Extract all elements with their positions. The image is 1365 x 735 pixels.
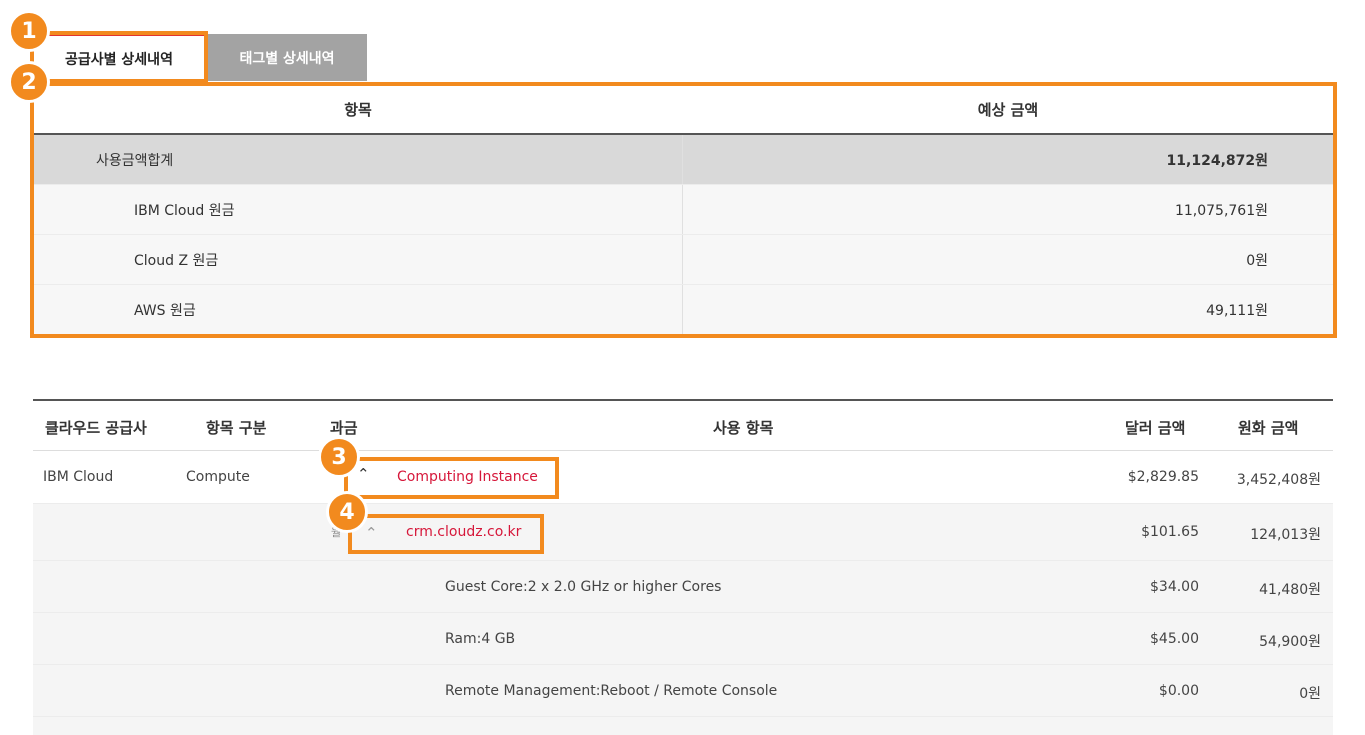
category-cell: Compute <box>186 469 250 485</box>
usd-cell: $101.65 <box>1141 524 1199 540</box>
annotation-badge: 3 <box>318 436 360 478</box>
highlight-box-tab <box>30 31 208 83</box>
usd-cell: $45.00 <box>1150 631 1199 647</box>
krw-cell: 0원 <box>1299 686 1321 702</box>
header-usage: 사용 항목 <box>713 419 774 437</box>
table-row: 월 ⌃ crm.cloudz.co.kr $101.65 124,013원 <box>33 504 1333 561</box>
header-category: 항목 구분 <box>206 419 267 437</box>
usage-item-cell: Ram:4 GB <box>445 631 516 647</box>
annotation-badge: 1 <box>8 10 50 52</box>
annotation-badge: 2 <box>8 61 50 103</box>
highlight-box-summary <box>30 82 1337 338</box>
header-krw: 원화 금액 <box>1238 419 1299 437</box>
krw-cell: 3,452,408원 <box>1236 472 1321 488</box>
usd-cell: $34.00 <box>1150 579 1199 595</box>
usd-cell: $0.00 <box>1158 683 1199 699</box>
highlight-box-instance <box>344 457 559 499</box>
krw-cell: 54,900원 <box>1259 634 1321 650</box>
highlight-box-host <box>348 514 544 554</box>
detail-header: 클라우드 공급사 항목 구분 과금 사용 항목 달러 금액 원화 금액 <box>33 399 1333 451</box>
header-usd: 달러 금액 <box>1125 419 1186 437</box>
header-billing: 과금 <box>330 419 358 437</box>
krw-cell: 41,480원 <box>1259 582 1321 598</box>
detail-table: 클라우드 공급사 항목 구분 과금 사용 항목 달러 금액 원화 금액 IBM … <box>33 399 1333 735</box>
header-provider: 클라우드 공급사 <box>45 419 147 437</box>
usage-item-cell: Remote Management:Reboot / Remote Consol… <box>445 683 778 699</box>
tab-tag-details[interactable]: 태그별 상세내역 <box>207 34 367 81</box>
usage-item-cell: Guest Core:2 x 2.0 GHz or higher Cores <box>445 579 722 595</box>
table-row: IBM Cloud Compute ⌃ Computing Instance $… <box>33 451 1333 504</box>
provider-cell: IBM Cloud <box>43 469 114 485</box>
table-row <box>33 717 1333 735</box>
table-row: Guest Core:2 x 2.0 GHz or higher Cores $… <box>33 561 1333 613</box>
krw-cell: 124,013원 <box>1250 527 1321 543</box>
usd-cell: $2,829.85 <box>1127 469 1199 485</box>
table-row: Remote Management:Reboot / Remote Consol… <box>33 665 1333 717</box>
table-row: Ram:4 GB $45.00 54,900원 <box>33 613 1333 665</box>
annotation-badge: 4 <box>326 491 368 533</box>
